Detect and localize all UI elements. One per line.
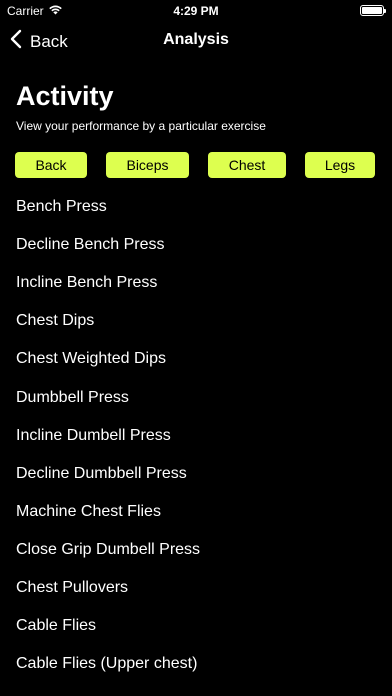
exercise-list: Bench Press Decline Bench Press Incline …: [0, 188, 392, 683]
exercise-item[interactable]: Cable Flies (Upper chest): [0, 645, 392, 683]
exercise-item[interactable]: Bench Press: [0, 188, 392, 226]
filter-chip-chest[interactable]: Chest: [208, 152, 286, 178]
exercise-item[interactable]: Chest Pullovers: [0, 569, 392, 607]
status-time: 4:29 PM: [173, 4, 219, 18]
exercise-item[interactable]: Dumbbell Press: [0, 378, 392, 416]
filter-chip-biceps[interactable]: Biceps: [106, 152, 189, 178]
status-right: [360, 5, 386, 16]
page-subtitle: View your performance by a particular ex…: [16, 119, 266, 133]
status-bar: Carrier 4:29 PM: [0, 0, 392, 22]
exercise-item[interactable]: Chest Weighted Dips: [0, 340, 392, 378]
page-title: Activity: [16, 81, 114, 111]
exercise-item[interactable]: Machine Chest Flies: [0, 493, 392, 531]
exercise-item[interactable]: Close Grip Dumbell Press: [0, 531, 392, 569]
filter-chip-back[interactable]: Back: [15, 152, 87, 178]
exercise-item[interactable]: Decline Dumbbell Press: [0, 455, 392, 493]
exercise-item[interactable]: Incline Bench Press: [0, 264, 392, 302]
exercise-item[interactable]: Decline Bench Press: [0, 226, 392, 264]
nav-bar: Back Analysis: [0, 22, 392, 58]
exercise-item[interactable]: Incline Dumbell Press: [0, 417, 392, 455]
nav-title: Analysis: [163, 31, 229, 48]
exercise-item[interactable]: Cable Flies: [0, 607, 392, 645]
filter-chips: Back Biceps Chest Legs: [0, 152, 392, 178]
battery-icon: [360, 5, 386, 16]
exercise-item[interactable]: Chest Dips: [0, 302, 392, 340]
screen: Carrier 4:29 PM Back Analysis Activity V…: [0, 0, 392, 696]
battery-fill: [362, 7, 382, 14]
filter-chip-legs[interactable]: Legs: [305, 152, 375, 178]
